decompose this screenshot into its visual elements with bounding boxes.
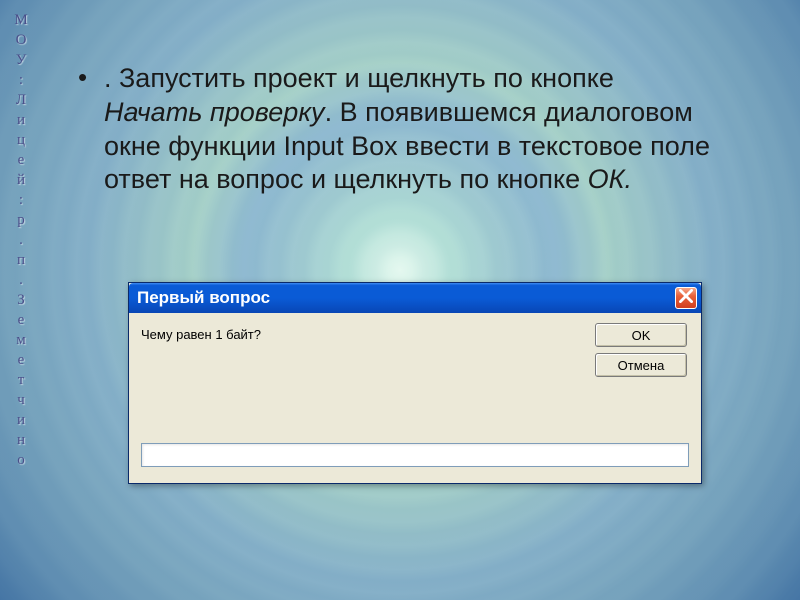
bullet-em1: Начать проверку: [104, 97, 325, 127]
bullet-em2: ОК.: [588, 164, 632, 194]
slide-background: МОУ:Лицей: р.п .Земетчино • . Запустить …: [0, 0, 800, 600]
ok-button[interactable]: OK: [595, 323, 687, 347]
answer-input[interactable]: [141, 443, 689, 467]
close-icon: [679, 289, 693, 308]
dialog-titlebar[interactable]: Первый вопрос: [129, 283, 701, 313]
bullet-text: . Запустить проект и щелкнуть по кнопке …: [104, 62, 718, 197]
sidebar-vertical-text: МОУ:Лицей: р.п .Земетчино: [6, 10, 36, 470]
bullet-paragraph: • . Запустить проект и щелкнуть по кнопк…: [78, 62, 718, 197]
cancel-button[interactable]: Отмена: [595, 353, 687, 377]
bullet-pre: . Запустить проект и щелкнуть по кнопке: [104, 63, 614, 93]
dialog-button-stack: OK Отмена: [595, 323, 687, 377]
dialog-title: Первый вопрос: [137, 288, 675, 308]
bullet-marker: •: [78, 62, 104, 197]
input-box-dialog: Первый вопрос Чему равен 1 байт? OK Отме…: [128, 282, 702, 484]
dialog-body: Чему равен 1 байт? OK Отмена: [129, 313, 701, 483]
close-button[interactable]: [675, 287, 697, 309]
